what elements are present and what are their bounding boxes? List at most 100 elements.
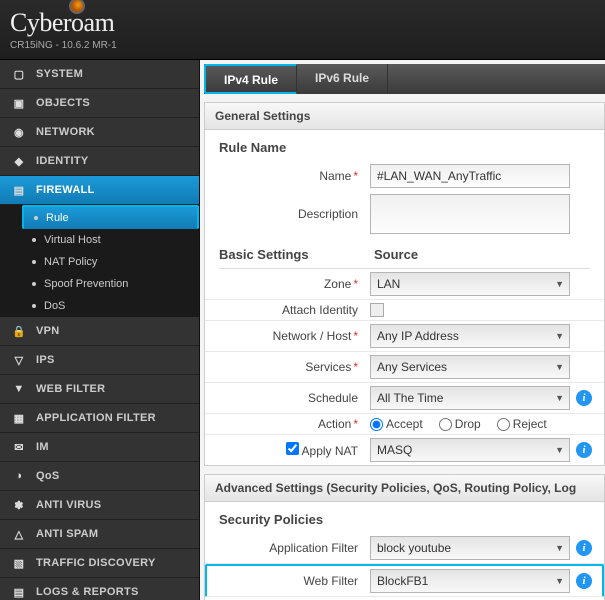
action-drop[interactable]: Drop bbox=[439, 417, 481, 431]
sidebar-item-network[interactable]: ◉NETWORK bbox=[0, 118, 199, 147]
shield-icon: ▽ bbox=[10, 352, 28, 368]
sidebar-item-label: LOGS & REPORTS bbox=[36, 586, 139, 598]
sidebar-item-label: IDENTITY bbox=[36, 155, 89, 167]
lock-icon: 🔒 bbox=[10, 323, 28, 339]
network-host-label: Network / Host* bbox=[215, 329, 370, 343]
logo: Cyberoam CR15iNG - 10.6.2 MR-1 bbox=[10, 8, 117, 51]
sidebar-subitem-label: DoS bbox=[44, 300, 65, 312]
box-icon: ▣ bbox=[10, 95, 28, 111]
tab-ipv4-rule[interactable]: IPv4 Rule bbox=[204, 64, 297, 94]
alert-icon: △ bbox=[10, 526, 28, 542]
description-label: Description bbox=[215, 207, 370, 221]
info-icon[interactable]: i bbox=[576, 573, 592, 589]
web-filter-label: Web Filter bbox=[217, 574, 370, 588]
apply-nat-label: Apply NAT bbox=[215, 442, 370, 458]
sidebar-item-objects[interactable]: ▣ OBJECTS bbox=[0, 89, 199, 118]
sidebar-item-label: VPN bbox=[36, 325, 60, 337]
sidebar-item-label: IM bbox=[36, 441, 49, 453]
attach-identity-checkbox[interactable] bbox=[370, 303, 384, 317]
sidebar-item-web-filter[interactable]: ▼ WEB FILTER bbox=[0, 375, 199, 404]
sidebar-item-label: WEB FILTER bbox=[36, 383, 105, 395]
logo-icon bbox=[69, 0, 85, 14]
sidebar-subitem-virtual-host[interactable]: Virtual Host bbox=[22, 229, 199, 251]
doc-icon: ▤ bbox=[10, 584, 28, 600]
sidebar-item-label: SYSTEM bbox=[36, 68, 83, 80]
header: Cyberoam CR15iNG - 10.6.2 MR-1 bbox=[0, 0, 605, 60]
monitor-icon: ▢ bbox=[10, 66, 28, 82]
sidebar-subitem-label: NAT Policy bbox=[44, 256, 97, 268]
sidebar-item-traffic-discovery[interactable]: ▧ TRAFFIC DISCOVERY bbox=[0, 549, 199, 578]
attach-identity-label: Attach Identity bbox=[215, 303, 370, 317]
sidebar-subitem-label: Virtual Host bbox=[44, 234, 101, 246]
chat-icon: ✉ bbox=[10, 439, 28, 455]
sidebar-item-label: IPS bbox=[36, 354, 55, 366]
web-filter-select[interactable]: BlockFB1 bbox=[370, 569, 570, 593]
services-label: Services* bbox=[215, 360, 370, 374]
basic-settings-title: Basic Settings bbox=[219, 237, 374, 269]
general-settings-panel: General Settings Rule Name Name* Descrip… bbox=[204, 102, 605, 466]
sidebar-subitem-dos[interactable]: DoS bbox=[22, 295, 199, 317]
action-accept[interactable]: Accept bbox=[370, 417, 423, 431]
sidebar-item-ips[interactable]: ▽ IPS bbox=[0, 346, 199, 375]
gauge-icon: ◑ bbox=[10, 468, 28, 484]
schedule-label: Schedule bbox=[215, 391, 370, 405]
sidebar-item-label: ANTI VIRUS bbox=[36, 499, 101, 511]
sidebar-item-logs-reports[interactable]: ▤ LOGS & REPORTS bbox=[0, 578, 199, 600]
action-label: Action* bbox=[215, 417, 370, 431]
sidebar-item-qos[interactable]: ◑QoS bbox=[0, 462, 199, 491]
network-host-select[interactable]: Any IP Address bbox=[370, 324, 570, 348]
sidebar-item-anti-spam[interactable]: △ ANTI SPAM bbox=[0, 520, 199, 549]
security-policies-title: Security Policies bbox=[205, 502, 604, 533]
zone-select[interactable]: LAN bbox=[370, 272, 570, 296]
application-filter-label: Application Filter bbox=[215, 541, 370, 555]
globe-icon: ◉ bbox=[10, 124, 28, 140]
source-title: Source bbox=[374, 237, 590, 269]
sidebar-subitem-label: Rule bbox=[46, 212, 69, 224]
rule-name-title: Rule Name bbox=[205, 130, 604, 161]
tabs: IPv4 RuleIPv6 Rule bbox=[204, 64, 605, 94]
brick-icon: ▤ bbox=[10, 182, 28, 198]
sidebar-item-label: FIREWALL bbox=[36, 184, 95, 196]
sidebar-item-firewall[interactable]: ▤ FIREWALL bbox=[0, 176, 199, 205]
sidebar-item-system[interactable]: ▢ SYSTEM bbox=[0, 60, 199, 89]
panel-header-general: General Settings bbox=[205, 103, 604, 130]
web-filter-row: Web Filter BlockFB1 i bbox=[205, 564, 604, 597]
name-input[interactable] bbox=[370, 164, 570, 188]
gear-icon: ✽ bbox=[10, 497, 28, 513]
sidebar-item-label: ANTI SPAM bbox=[36, 528, 98, 540]
sidebar-item-label: OBJECTS bbox=[36, 97, 90, 109]
nat-select[interactable]: MASQ bbox=[370, 438, 570, 462]
services-select[interactable]: Any Services bbox=[370, 355, 570, 379]
filter-icon: ▼ bbox=[10, 381, 28, 397]
sidebar-subitem-nat-policy[interactable]: NAT Policy bbox=[22, 251, 199, 273]
sidebar-item-vpn[interactable]: 🔒 VPN bbox=[0, 317, 199, 346]
info-icon[interactable]: i bbox=[576, 540, 592, 556]
name-label: Name* bbox=[215, 169, 370, 183]
info-icon[interactable]: i bbox=[576, 442, 592, 458]
panel-header-advanced: Advanced Settings (Security Policies, Qo… bbox=[205, 475, 604, 502]
sidebar-item-anti-virus[interactable]: ✽ ANTI VIRUS bbox=[0, 491, 199, 520]
schedule-select[interactable]: All The Time bbox=[370, 386, 570, 410]
sidebar-item-label: APPLICATION FILTER bbox=[36, 412, 156, 424]
user-icon: ◆ bbox=[10, 153, 28, 169]
sidebar-item-identity[interactable]: ◆ IDENTITY bbox=[0, 147, 199, 176]
sidebar-subitem-label: Spoof Prevention bbox=[44, 278, 128, 290]
zone-label: Zone* bbox=[215, 277, 370, 291]
version-text: CR15iNG - 10.6.2 MR-1 bbox=[10, 40, 117, 51]
sidebar-subitem-rule[interactable]: Rule bbox=[22, 205, 199, 229]
app-icon: ▦ bbox=[10, 410, 28, 426]
description-input[interactable] bbox=[370, 194, 570, 234]
sidebar-item-application-filter[interactable]: ▦ APPLICATION FILTER bbox=[0, 404, 199, 433]
sidebar: ▢ SYSTEM ▣ OBJECTS ◉NETWORK ◆ IDENTITY ▤ FIREWAL… bbox=[0, 60, 200, 600]
advanced-settings-panel: Advanced Settings (Security Policies, Qo… bbox=[204, 474, 605, 600]
action-reject[interactable]: Reject bbox=[497, 417, 547, 431]
info-icon[interactable]: i bbox=[576, 390, 592, 406]
apply-nat-checkbox[interactable] bbox=[286, 442, 299, 455]
chart-icon: ▧ bbox=[10, 555, 28, 571]
tab-ipv6-rule[interactable]: IPv6 Rule bbox=[297, 64, 388, 94]
application-filter-select[interactable]: block youtube bbox=[370, 536, 570, 560]
sidebar-item-im[interactable]: ✉ IM bbox=[0, 433, 199, 462]
content-area: IPv4 RuleIPv6 Rule General Settings Rule… bbox=[200, 60, 605, 600]
sidebar-subitem-spoof-prevention[interactable]: Spoof Prevention bbox=[22, 273, 199, 295]
sidebar-item-label: TRAFFIC DISCOVERY bbox=[36, 557, 156, 569]
